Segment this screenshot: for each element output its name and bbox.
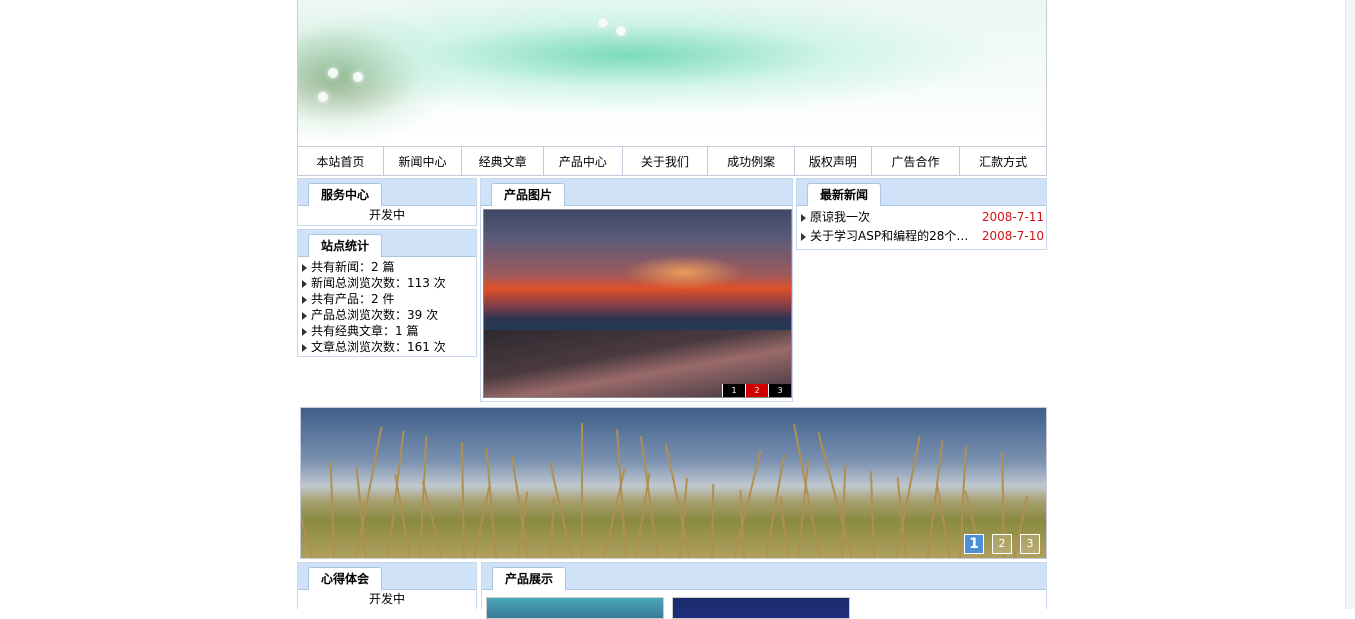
experience-panel: 心得体会 开发中 <box>297 562 477 609</box>
stats-list: 共有新闻：2 篇 新闻总浏览次数：113 次 共有产品：2 件 产品总浏览次数：… <box>298 257 476 355</box>
latest-news-panel: 最新新闻 原谅我一次 2008-7-11 关于学习ASP和编程的28个… 2008-… <box>796 178 1047 250</box>
nav-item-articles[interactable]: 经典文章 <box>462 147 545 175</box>
nav-item-ads[interactable]: 广告合作 <box>872 147 961 175</box>
news-item[interactable]: 关于学习ASP和编程的28个… 2008-7-10 <box>801 227 1046 246</box>
nav-item-payment[interactable]: 汇款方式 <box>960 147 1046 175</box>
news-title[interactable]: 原谅我一次 <box>810 210 870 224</box>
nav-item-about[interactable]: 关于我们 <box>623 147 709 175</box>
panel-title: 最新新闻 <box>807 183 882 206</box>
image-pager: 1 2 3 <box>722 384 791 397</box>
list-item: 共有经典文章：1 篇 <box>302 323 476 339</box>
panel-title: 心得体会 <box>308 567 383 590</box>
main-nav: 本站首页 新闻中心 经典文章 产品中心 关于我们 成功例案 版权声明 广告合作 … <box>297 146 1047 176</box>
flower-decoration <box>318 92 328 102</box>
list-item: 新闻总浏览次数：113 次 <box>302 275 476 291</box>
panel-title: 站点统计 <box>308 234 383 257</box>
arrow-right-icon <box>302 311 307 320</box>
arrow-right-icon <box>302 279 307 288</box>
panel-title: 服务中心 <box>308 183 383 206</box>
product-showcase-panel: 产品展示 <box>481 562 1047 619</box>
news-item[interactable]: 原谅我一次 2008-7-11 <box>801 208 1046 227</box>
nav-item-products[interactable]: 产品中心 <box>544 147 623 175</box>
product-image[interactable]: 1 2 3 <box>483 209 792 398</box>
nav-item-copyright[interactable]: 版权声明 <box>795 147 872 175</box>
nav-item-cases[interactable]: 成功例案 <box>708 147 796 175</box>
arrow-right-icon <box>801 213 806 222</box>
arrow-right-icon <box>302 343 307 352</box>
slideshow-pager: 1 2 3 <box>964 534 1040 554</box>
news-date: 2008-7-10 <box>981 229 1044 243</box>
page-scrollbar[interactable] <box>1345 0 1355 609</box>
flower-decoration <box>616 26 626 36</box>
product-thumbnail[interactable] <box>672 597 850 619</box>
site-stats-panel: 站点统计 共有新闻：2 篇 新闻总浏览次数：113 次 共有产品：2 件 产品总… <box>297 229 477 357</box>
news-title[interactable]: 关于学习ASP和编程的28个… <box>810 229 968 243</box>
nav-item-home[interactable]: 本站首页 <box>298 147 384 175</box>
nav-item-news[interactable]: 新闻中心 <box>384 147 463 175</box>
panel-header: 站点统计 <box>298 230 476 257</box>
panel-title: 产品展示 <box>492 567 567 590</box>
slide-button-2[interactable]: 2 <box>992 534 1012 554</box>
flower-decoration <box>328 68 338 78</box>
panel-header: 产品展示 <box>482 563 1046 590</box>
pager-button-3[interactable]: 3 <box>768 384 791 397</box>
panel-title: 产品图片 <box>491 183 566 206</box>
arrow-right-icon <box>302 327 307 336</box>
news-list: 原谅我一次 2008-7-11 关于学习ASP和编程的28个… 2008-7-10 <box>797 206 1046 246</box>
service-center-panel: 服务中心 开发中 <box>297 178 477 226</box>
slide-button-3[interactable]: 3 <box>1020 534 1040 554</box>
banner-slideshow[interactable]: 1 2 3 <box>300 407 1047 559</box>
arrow-right-icon <box>302 295 307 304</box>
pager-button-1[interactable]: 1 <box>722 384 745 397</box>
slide-button-1[interactable]: 1 <box>964 534 984 554</box>
product-thumbnail[interactable] <box>486 597 664 619</box>
panel-header: 最新新闻 <box>797 179 1046 206</box>
product-pictures-panel: 产品图片 1 2 3 <box>480 178 793 402</box>
arrow-right-icon <box>801 232 806 241</box>
arrow-right-icon <box>302 263 307 272</box>
news-date: 2008-7-11 <box>981 210 1044 224</box>
experience-body: 开发中 <box>368 592 405 606</box>
panel-header: 心得体会 <box>298 563 476 590</box>
pager-button-2[interactable]: 2 <box>745 384 768 397</box>
list-item: 共有新闻：2 篇 <box>302 259 476 275</box>
list-item: 文章总浏览次数：161 次 <box>302 339 476 355</box>
header-banner <box>297 0 1047 146</box>
list-item: 共有产品：2 件 <box>302 291 476 307</box>
flower-decoration <box>353 72 363 82</box>
list-item: 产品总浏览次数：39 次 <box>302 307 476 323</box>
flower-decoration <box>598 18 608 28</box>
panel-header: 服务中心 <box>298 179 476 206</box>
panel-header: 产品图片 <box>481 179 792 206</box>
service-center-body: 开发中 <box>368 208 405 222</box>
